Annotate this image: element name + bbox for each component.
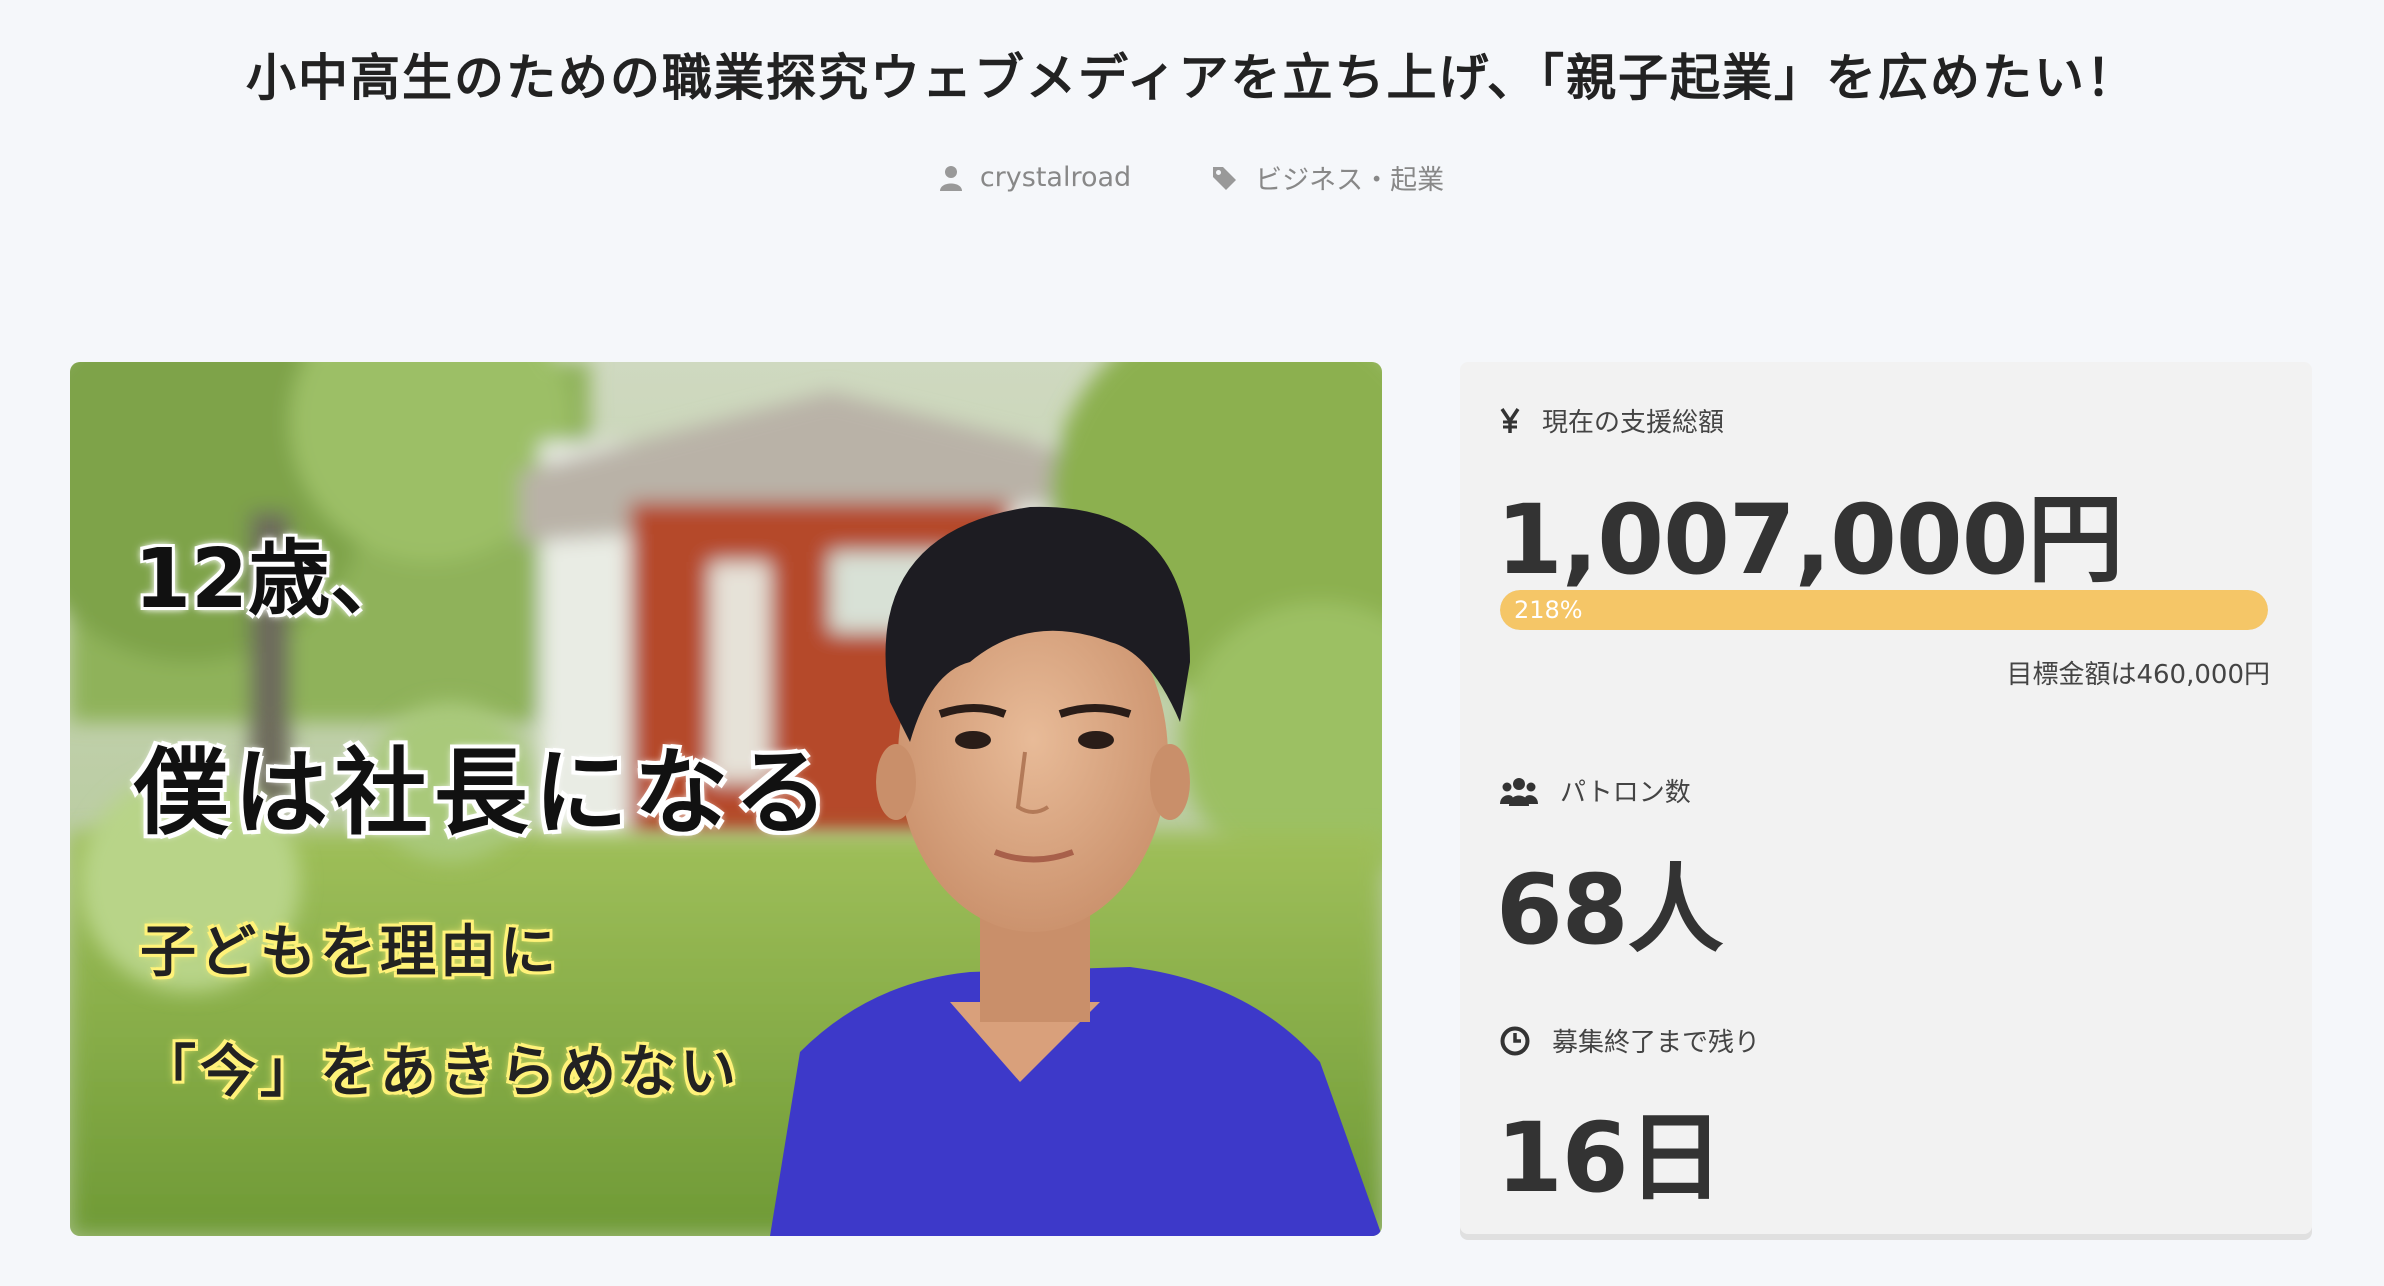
hero-line-ceo: 僕は社長になる <box>134 739 835 848</box>
group-icon <box>1500 777 1538 806</box>
hero-image: 12歳、 僕は社長になる 子どもを理由に 「今」をあきらめない <box>70 362 1382 1236</box>
funding-amount: 1,007,000円 <box>1496 484 2124 596</box>
author-name: crystalroad <box>979 162 1132 193</box>
hero-line-age: 12歳、 <box>134 532 413 627</box>
progress-fill: 218% <box>1500 590 2268 630</box>
clock-icon <box>1500 1026 1530 1055</box>
project-title: 小中高生のための職業探究ウェブメディアを立ち上げ、「親子起業」を広めたい！ <box>246 49 2138 107</box>
project-meta: crystalroad ビジネス・起業 <box>0 158 2384 197</box>
hero-line-sub1: 子どもを理由に <box>140 920 560 985</box>
remaining-label-row: 募集終了まで残り <box>1500 1022 1760 1059</box>
funding-progress-bar: 218% <box>1500 590 2268 630</box>
target-amount: 目標金額は460,000円 <box>2006 660 2270 690</box>
remaining-days: 16日 <box>1496 1102 1724 1214</box>
yen-icon <box>1500 407 1520 433</box>
funding-label-row: 現在の支援総額 <box>1500 402 1724 439</box>
category-name: ビジネス・起業 <box>1255 165 1445 196</box>
progress-percent: 218% <box>1514 596 1583 624</box>
category-link[interactable]: ビジネス・起業 <box>1211 158 1444 197</box>
patrons-label-row: パトロン数 <box>1500 772 1691 809</box>
hero-line-sub2: 「今」をあきらめない <box>140 1040 740 1105</box>
patrons-count: 68人 <box>1496 854 1724 966</box>
project-page: 小中高生のための職業探究ウェブメディアを立ち上げ、「親子起業」を広めたい！ cr… <box>0 0 2384 1286</box>
funding-label: 現在の支援総額 <box>1542 408 1725 438</box>
author-link[interactable]: crystalroad <box>939 162 1132 193</box>
remaining-label: 募集終了まで残り <box>1552 1028 1761 1058</box>
tag-icon <box>1213 166 1237 190</box>
user-icon <box>939 165 962 191</box>
patrons-label: パトロン数 <box>1560 778 1691 808</box>
stats-panel: 現在の支援総額 1,007,000円 218% 目標金額は460,000円 パト… <box>1460 362 2312 1234</box>
